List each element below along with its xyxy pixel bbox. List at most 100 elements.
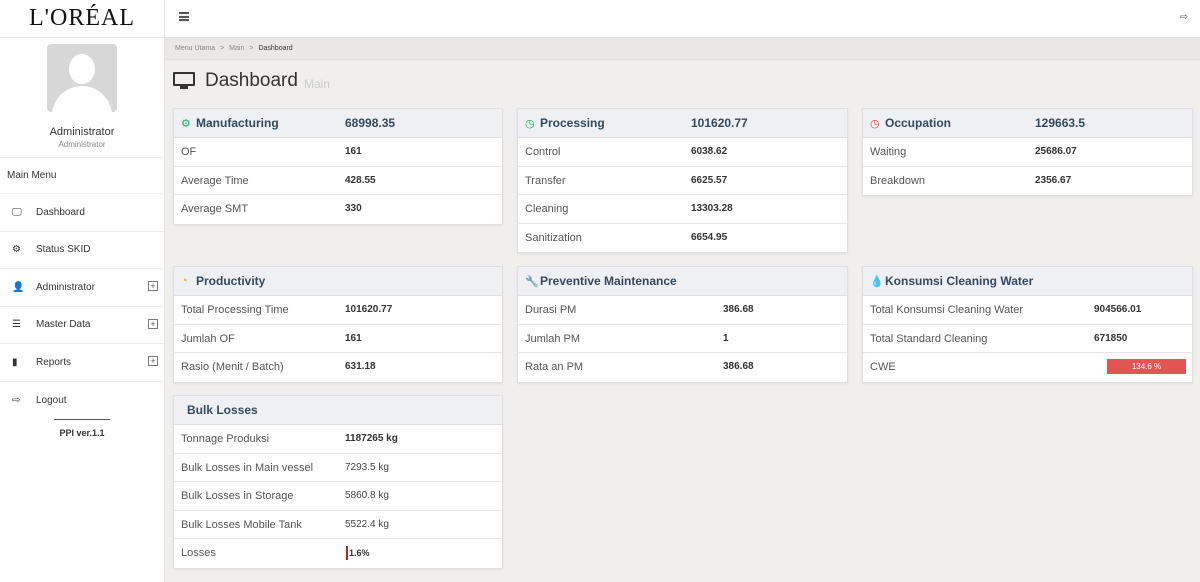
row-value: 101620.77 bbox=[345, 304, 393, 315]
row-label: Rasio (Menit / Batch) bbox=[181, 361, 284, 373]
row-label: Jumlah PM bbox=[525, 332, 581, 345]
table-row: Total Standard Cleaning 671850 bbox=[863, 325, 1192, 353]
table-row: Average Time 428.55 bbox=[174, 167, 502, 195]
divider bbox=[54, 419, 110, 420]
table-row: OF 161 bbox=[174, 138, 502, 167]
table-row: CWE 134.6 % bbox=[863, 353, 1192, 382]
row-value: 330 bbox=[345, 203, 362, 214]
panel-title: Manufacturing bbox=[196, 116, 279, 130]
monitor-icon bbox=[173, 72, 195, 90]
row-label: Average SMT bbox=[181, 203, 249, 215]
panel-total: 68998.35 bbox=[345, 116, 396, 130]
row-label: Bulk Losses in Main vessel bbox=[181, 461, 314, 474]
table-row: Total Konsumsi Cleaning Water 904566.01 bbox=[863, 296, 1192, 325]
table-row: Bulk Losses in Storage 5860.8 kg bbox=[174, 482, 502, 511]
table-row: Control 6038.62 bbox=[518, 138, 847, 167]
top-bar: ⇨ bbox=[165, 0, 1200, 38]
row-label: Bulk Losses Mobile Tank bbox=[181, 518, 302, 531]
table-row: Jumlah OF 161 bbox=[174, 325, 502, 353]
row-value: 386.68 bbox=[723, 361, 754, 372]
wrench-icon: 🔧 bbox=[525, 275, 539, 288]
row-value: 2356.67 bbox=[1035, 174, 1072, 186]
row-value: 386.68 bbox=[723, 304, 754, 315]
occupation-panel: ◷ Occupation 129663.5 Waiting 25686.07 Br… bbox=[862, 108, 1193, 196]
breadcrumb-item[interactable]: Main bbox=[229, 45, 244, 52]
expand-icon[interactable]: + bbox=[148, 318, 158, 329]
table-row: Bulk Losses Mobile Tank 5522.4 kg bbox=[174, 511, 502, 539]
row-value: 904566.01 bbox=[1094, 304, 1142, 315]
row-value: 6654.95 bbox=[691, 231, 728, 243]
sidebar-item-status-skid[interactable]: ⚙ Status SKID bbox=[0, 232, 164, 269]
avatar bbox=[47, 44, 117, 112]
gear-icon: ⚙ bbox=[181, 117, 191, 130]
row-label: Total Konsumsi Cleaning Water bbox=[870, 304, 1024, 316]
row-label: Tonnage Produksi bbox=[181, 433, 270, 445]
panel-title: Productivity bbox=[196, 274, 266, 288]
database-icon: ☰ bbox=[12, 319, 21, 331]
sidebar-item-logout[interactable]: ⇨ Logout bbox=[0, 382, 164, 420]
table-row: Rata an PM 386.68 bbox=[518, 353, 847, 382]
row-value: 6625.57 bbox=[691, 174, 728, 186]
processing-panel: ◷ Processing 101620.77 Control 6038.62 Tr… bbox=[517, 108, 848, 253]
panel-total: 129663.5 bbox=[1035, 116, 1086, 130]
losses-progress-bar bbox=[346, 546, 348, 560]
row-value: 1187265 kg bbox=[345, 433, 398, 444]
expand-icon[interactable]: + bbox=[148, 281, 158, 291]
panel-total: 101620.77 bbox=[691, 116, 748, 130]
page-title: Dashboard bbox=[205, 70, 298, 91]
row-value: 428.55 bbox=[345, 174, 376, 186]
manufacturing-panel: ⚙ Manufacturing 68998.35 OF 161 Average T… bbox=[173, 108, 503, 225]
row-label: CWE bbox=[870, 361, 896, 373]
row-label: Average Time bbox=[181, 174, 249, 187]
user-icon: 👤 bbox=[12, 281, 25, 293]
clock-icon: ◷ bbox=[525, 117, 535, 130]
sidebar-item-dashboard[interactable]: 🖵 Dashboard bbox=[0, 194, 164, 232]
table-row: Waiting 25686.07 bbox=[863, 138, 1192, 167]
table-row: Rasio (Menit / Batch) 631.18 bbox=[174, 353, 502, 382]
breadcrumb-current: Dashboard bbox=[258, 45, 293, 52]
panel-title: Occupation bbox=[885, 116, 952, 130]
row-value: 631.18 bbox=[345, 361, 376, 372]
sidebar-item-label: Dashboard bbox=[36, 206, 85, 218]
table-row: Average SMT 330 bbox=[174, 195, 502, 224]
row-value: 161 bbox=[345, 146, 362, 157]
panel-header: 🔧 Preventive Maintenance bbox=[518, 267, 847, 296]
gear-icon: ⚙ bbox=[12, 244, 21, 256]
sign-out-icon[interactable]: ⇨ bbox=[1180, 12, 1188, 23]
table-row: Jumlah PM 1 bbox=[518, 325, 847, 353]
row-value: 25686.07 bbox=[1035, 146, 1077, 157]
panel-header: ◷ Processing 101620.77 bbox=[518, 109, 847, 138]
sidebar-item-label: Status SKID bbox=[36, 244, 91, 256]
breadcrumb-item[interactable]: Menu Utama bbox=[175, 45, 215, 52]
row-value: 13303.28 bbox=[691, 203, 733, 214]
table-row: Total Processing Time 101620.77 bbox=[174, 296, 502, 325]
row-label: Bulk Losses in Storage bbox=[181, 490, 294, 502]
sidebar-item-label: Master Data bbox=[36, 319, 91, 331]
expand-icon[interactable]: + bbox=[148, 356, 158, 366]
row-value: 5522.4 kg bbox=[345, 518, 389, 530]
brand-logo[interactable]: L'ORÉAL bbox=[0, 0, 164, 38]
cleaning-water-panel: 💧 Konsumsi Cleaning Water Total Konsumsi… bbox=[862, 266, 1193, 383]
sidebar-item-label: Administrator bbox=[36, 281, 95, 293]
menu-toggle-icon[interactable] bbox=[179, 12, 189, 21]
row-label: Rata an PM bbox=[525, 361, 584, 373]
sidebar-item-master-data[interactable]: ☰ Master Data + bbox=[0, 307, 164, 344]
table-row: Durasi PM 386.68 bbox=[518, 296, 847, 325]
table-row: Losses 1.6% bbox=[174, 539, 502, 568]
table-row: Sanitization 6654.95 bbox=[518, 224, 847, 253]
panel-header: Bulk Losses bbox=[174, 396, 502, 425]
row-label: Durasi PM bbox=[525, 304, 577, 316]
sidebar-item-administrator[interactable]: 👤 Administrator + bbox=[0, 269, 164, 307]
table-row: Breakdown 2356.67 bbox=[863, 167, 1192, 196]
sidebar-item-reports[interactable]: ▮ Reports + bbox=[0, 344, 164, 382]
row-label: Losses bbox=[181, 547, 216, 559]
clock-icon: ◷ bbox=[870, 117, 880, 130]
page-subtitle: Main bbox=[303, 76, 330, 91]
version-label: PPI ver.1.1 bbox=[59, 428, 105, 438]
row-label: Waiting bbox=[870, 146, 907, 158]
row-value: 671850 bbox=[1094, 332, 1128, 344]
panel-title: Bulk Losses bbox=[187, 403, 258, 417]
user-name: Administrator bbox=[49, 126, 115, 138]
table-row: Cleaning 13303.28 bbox=[518, 195, 847, 224]
monitor-icon: 🖵 bbox=[12, 206, 22, 218]
